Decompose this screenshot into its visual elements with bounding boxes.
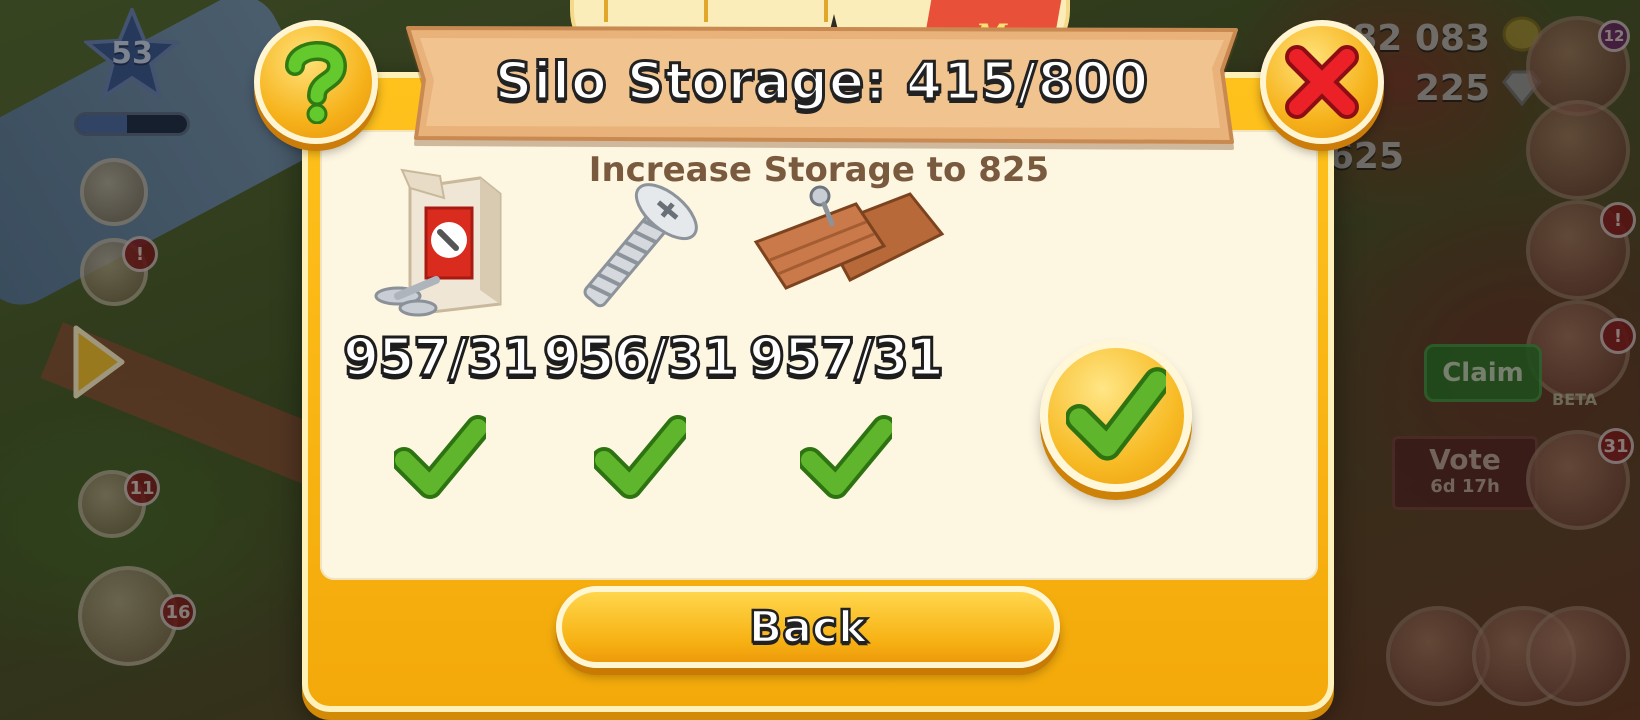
wood-panel-icon <box>746 168 946 318</box>
requirement-item[interactable]: 957/31 <box>340 168 540 508</box>
requirement-item[interactable]: 957/31 <box>746 168 946 508</box>
dialog-title: Silo Storage: 415/800 <box>493 51 1150 114</box>
checkmark-icon <box>1066 367 1166 461</box>
checkmark-icon <box>394 415 486 499</box>
gauge-tick <box>704 0 708 22</box>
help-button[interactable] <box>254 20 378 144</box>
close-icon <box>1285 45 1359 119</box>
item-count: 956/31 <box>542 327 740 390</box>
screw-icon <box>540 168 740 318</box>
back-button[interactable]: Back <box>556 586 1060 668</box>
item-count: 957/31 <box>342 327 540 390</box>
requirement-item[interactable]: 956/31 <box>540 168 740 508</box>
confirm-upgrade-button[interactable] <box>1040 340 1192 492</box>
item-count: 957/31 <box>748 327 946 390</box>
checkmark-icon <box>594 415 686 499</box>
gauge-tick <box>604 0 608 22</box>
close-button[interactable] <box>1260 20 1384 144</box>
checkmark-icon <box>800 415 892 499</box>
bolt-icon <box>340 168 540 318</box>
question-mark-icon <box>285 41 348 124</box>
